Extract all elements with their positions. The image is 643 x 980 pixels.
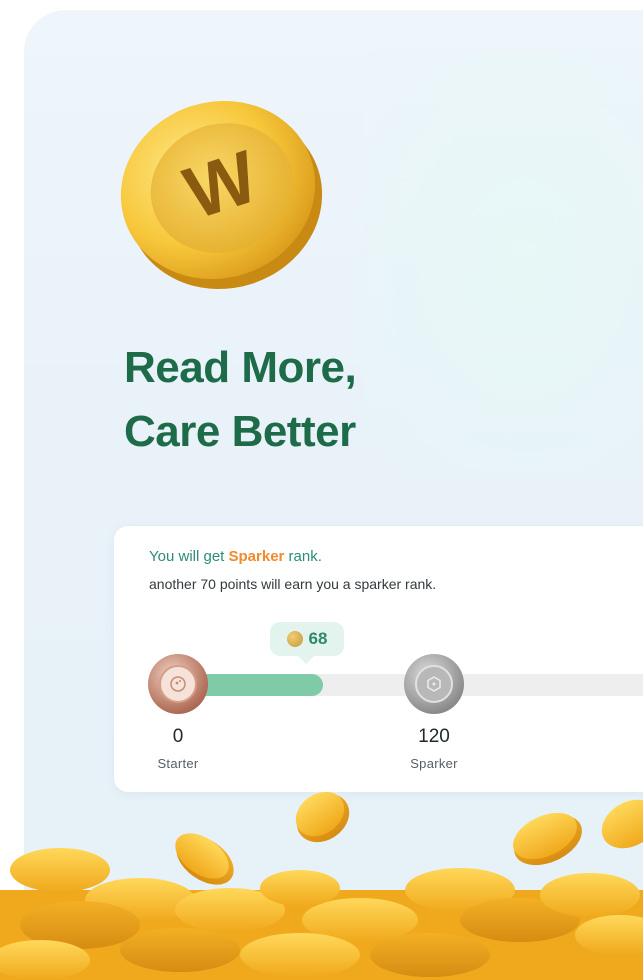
w-coin-icon: W bbox=[120, 100, 323, 290]
level-0-value: 0 bbox=[172, 726, 184, 747]
hexagon-icon bbox=[427, 676, 441, 692]
rank-name-highlight: Sparker bbox=[228, 548, 285, 565]
rank-message-suffix: rank. bbox=[284, 548, 322, 565]
rank-progress-card: You will get Sparker rank. another 70 po… bbox=[114, 526, 643, 792]
rank-subtext: another 70 points will earn you a sparke… bbox=[149, 576, 437, 592]
promo-screen: W Read More, Care Better You will get Sp… bbox=[0, 0, 643, 980]
level-1-value: 120 bbox=[418, 726, 450, 747]
current-points-tooltip: 68 bbox=[270, 622, 344, 664]
sparker-medal-icon bbox=[404, 654, 464, 714]
current-points: 68 bbox=[308, 629, 328, 648]
coin-pile-illustration bbox=[0, 791, 643, 980]
starter-medal-icon bbox=[148, 654, 208, 714]
page-title: Read More, Care Better bbox=[124, 336, 444, 464]
coin-icon bbox=[286, 631, 303, 647]
sprout-icon bbox=[170, 676, 186, 692]
title-line-2: Care Better bbox=[124, 407, 356, 456]
rank-message: You will get Sparker rank. bbox=[149, 548, 322, 565]
title-line-1: Read More, bbox=[124, 343, 357, 392]
rank-message-prefix: You will get bbox=[149, 548, 229, 565]
